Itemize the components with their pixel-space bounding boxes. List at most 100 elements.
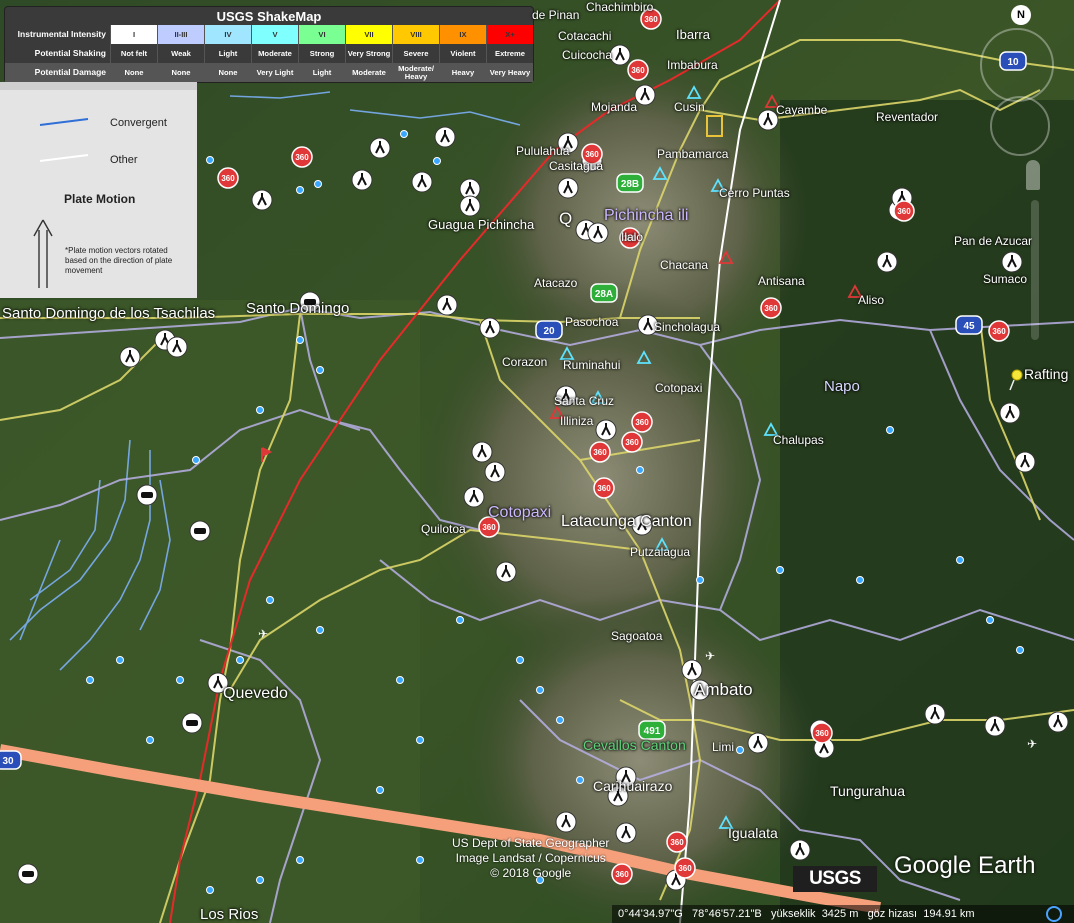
shaking-cell: Not felt <box>110 44 157 63</box>
other-line-swatch <box>39 154 89 162</box>
label-cerro-puntas: Cerro Puntas <box>719 186 790 200</box>
plate-motion-title: Plate Motion <box>64 192 136 206</box>
damage-header: Potential Damage <box>34 67 106 77</box>
label-ruminahui: Ruminahui <box>563 358 621 372</box>
pegman-icon[interactable] <box>1026 160 1040 190</box>
status-elevation-label: yükseklik <box>770 908 816 920</box>
label-rafting: Rafting <box>1024 366 1069 382</box>
search-icon[interactable] <box>1046 906 1062 922</box>
label-chalupas: Chalupas <box>773 433 824 447</box>
plate-motion-legend: Convergent Other Plate Motion *Plate mot… <box>0 82 197 298</box>
convergent-label: Convergent <box>110 117 167 129</box>
shaking-cell: Weak <box>157 44 204 63</box>
intensity-row: Instrumental Intensity I II-III IV V VI VII VI… <box>5 25 533 44</box>
shaking-cell: Violent <box>439 44 486 63</box>
intensity-cell: VII <box>345 25 392 44</box>
label-pinan: de Pinan <box>532 8 580 22</box>
legend-edge <box>0 82 197 90</box>
intensity-header: Instrumental Intensity <box>17 29 106 39</box>
shaking-cell: Moderate <box>251 44 298 63</box>
label-pambamarca: Pambamarca <box>657 147 729 161</box>
label-cevallos-canton: Cevallos Canton <box>583 737 686 753</box>
intensity-cell: X+ <box>486 25 533 44</box>
label-ibarra: Ibarra <box>676 27 710 42</box>
label-quilotoa: Quilotoa <box>421 522 466 536</box>
label-cotopaxi-province: Cotopaxi <box>488 504 552 521</box>
usgs-logo: USGS <box>793 866 877 892</box>
status-bar: 0°44'34.97"G 78°46'57.21"B yükseklik 342… <box>612 905 1074 923</box>
label-carihuairazo: Carihuairazo <box>593 778 673 794</box>
label-ambato: Ambato <box>694 680 753 699</box>
look-ring-icon[interactable] <box>980 28 1054 102</box>
label-santa-cruz: Santa Cruz <box>554 394 615 408</box>
convergent-line-swatch <box>39 118 89 126</box>
label-illiniza: Illiniza <box>560 414 594 428</box>
label-guagua-pichincha: Guagua Pichincha <box>428 217 535 232</box>
label-corazon: Corazon <box>502 355 548 369</box>
damage-cell: Moderate/ Heavy <box>392 63 439 82</box>
zoom-slider[interactable] <box>1031 200 1039 340</box>
label-napo-province: Napo <box>824 378 860 395</box>
label-reventador: Reventador <box>876 110 939 124</box>
label-cusin: Cusin <box>674 100 705 114</box>
label-quito-fragment: Q <box>559 209 573 228</box>
intensity-cell: VI <box>298 25 345 44</box>
google-earth-logo: Google Earth <box>894 852 1036 879</box>
label-pichincha-province: Pichincha ili <box>604 207 689 224</box>
intensity-cell: V <box>251 25 298 44</box>
shaking-cell: Very Strong <box>345 44 392 63</box>
intensity-cell: I <box>110 25 157 44</box>
label-sagoatoa: Sagoatoa <box>611 629 663 643</box>
label-casitagua: Casitagua <box>549 159 604 173</box>
label-chacana: Chacana <box>660 258 709 272</box>
label-imbabura: Imbabura <box>667 58 718 72</box>
credit-line-3: © 2018 Google <box>490 866 572 880</box>
status-elevation: 3425 m <box>821 908 859 920</box>
label-quevedo: Quevedo <box>223 685 288 702</box>
damage-cell: Light <box>298 63 345 82</box>
compass-north-button[interactable]: N <box>1011 5 1031 25</box>
label-cuicocha: Cuicocha <box>562 48 613 62</box>
label-sumaco: Sumaco <box>983 272 1028 286</box>
label-cayambe: Cayambe <box>776 103 828 117</box>
label-putzalagua: Putzalagua <box>630 545 691 559</box>
label-igualata: Igualata <box>728 825 778 841</box>
credit-line-1: US Dept of State Geographer <box>452 836 610 850</box>
damage-row: Potential Damage None None None Very Light L… <box>5 63 533 82</box>
intensity-cell: IV <box>204 25 251 44</box>
move-ring-icon[interactable] <box>990 96 1050 156</box>
status-eye-altitude: 194.91 km <box>923 908 975 920</box>
label-pululahua: Pululahua <box>516 144 570 158</box>
label-latacunga-canton: Latacunga Canton <box>561 513 692 530</box>
shaking-cell: Strong <box>298 44 345 63</box>
label-cotacachi: Cotacachi <box>558 29 612 43</box>
label-los-rios: Los Rios <box>200 906 259 923</box>
damage-cell: None <box>157 63 204 82</box>
label-sincholagua: Sincholagua <box>654 320 721 334</box>
shaking-row: Potential Shaking Not felt Weak Light Moder… <box>5 44 533 63</box>
shaking-header: Potential Shaking <box>34 48 106 58</box>
label-antisana: Antisana <box>758 274 805 288</box>
label-pasochoa: Pasochoa <box>565 315 619 329</box>
label-cotopaxi-volcano: Cotopaxi <box>655 381 703 395</box>
damage-cell: None <box>204 63 251 82</box>
shaking-cell: Light <box>204 44 251 63</box>
status-longitude: 78°46'57.21"B <box>692 908 762 920</box>
label-tsachilas-province: Santo Domingo de los Tsachilas <box>2 305 216 322</box>
damage-cell: Moderate <box>345 63 392 82</box>
damage-cell: Very Light <box>251 63 298 82</box>
damage-cell: Heavy <box>439 63 486 82</box>
imagery-credits: US Dept of State Geographer Image Landsa… <box>452 836 609 881</box>
damage-cell: Very Heavy <box>486 63 533 82</box>
label-santo-domingo: Santo Domingo <box>246 300 350 317</box>
status-latitude: 0°44'34.97"G <box>618 908 683 920</box>
label-chachimbiro: Chachimbiro <box>586 0 654 14</box>
label-tungurahua: Tungurahua <box>830 783 905 799</box>
shaking-cell: Extreme <box>486 44 533 63</box>
legend-title: USGS ShakeMap <box>216 9 322 24</box>
intensity-cell: VIII <box>392 25 439 44</box>
label-atacazo: Atacazo <box>534 276 578 290</box>
plate-motion-arrow-icon <box>33 219 53 288</box>
label-mojanda: Mojanda <box>591 100 638 114</box>
terrain-amazon <box>780 100 1074 923</box>
